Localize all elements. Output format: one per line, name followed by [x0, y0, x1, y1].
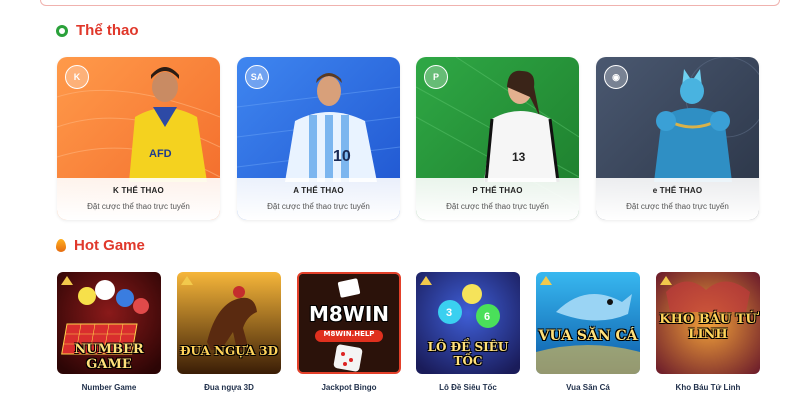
svg-text:10: 10	[333, 148, 351, 165]
sport-card-name: e THỂ THAO	[652, 186, 703, 195]
sport-card-description: Đặt cược thể thao trực tuyến	[626, 202, 729, 211]
game-artwork	[177, 272, 281, 374]
hot-badge-icon	[660, 276, 672, 285]
game-thumbnail[interactable]: 3 6 LÔ ĐỀ SIÊU TỐC	[416, 272, 520, 374]
sports-section-header: Thể thao	[56, 22, 139, 39]
game-tile-horse-racing[interactable]: ĐUA NGỰA 3D Đua ngựa 3D	[177, 272, 281, 392]
game-thumbnail[interactable]: ĐUA NGỰA 3D	[177, 272, 281, 374]
sport-card-description: Đặt cược thể thao trực tuyến	[446, 202, 549, 211]
game-tile-jackpot-bingo[interactable]: M8WIN M8WIN.HELP Jackpot Bingo	[297, 272, 401, 392]
sport-card-name: P THỂ THAO	[472, 186, 523, 195]
game-art-title: NUMBER GAME	[74, 342, 144, 372]
game-art-title: LÔ ĐỀ SIÊU TỐC	[427, 340, 509, 368]
sport-card-description: Đặt cược thể thao trực tuyến	[87, 202, 190, 211]
hot-badge-icon	[61, 276, 73, 285]
hot-badge-icon	[420, 276, 432, 285]
game-art-title: ĐUA NGỰA 3D	[180, 344, 278, 358]
k-sports-logo-icon: K	[65, 65, 89, 89]
game-thumbnail[interactable]: NUMBER GAME	[57, 272, 161, 374]
svg-text:3: 3	[446, 307, 452, 319]
game-label[interactable]: Number Game	[57, 383, 161, 392]
svg-text:6: 6	[484, 311, 490, 323]
top-container-edge	[40, 0, 780, 6]
hot-game-section-header: Hot Game	[56, 237, 145, 254]
hot-badge-icon	[540, 276, 552, 285]
svg-text:AFD: AFD	[149, 148, 172, 160]
game-tile-vua-san-ca[interactable]: VUA SĂN CÁ Vua Săn Cá	[536, 272, 640, 392]
game-art-title: KHO BÁU TỨ LINH	[659, 312, 757, 342]
game-tile-number-game[interactable]: NUMBER GAME Number Game	[57, 272, 161, 392]
sport-card-info: P THỂ THAO Đặt cược thể thao trực tuyến	[416, 178, 579, 220]
game-label[interactable]: Jackpot Bingo	[297, 383, 401, 392]
game-thumbnail[interactable]: KHO BÁU TỨ LINH	[656, 272, 760, 374]
sport-card-info: e THỂ THAO Đặt cược thể thao trực tuyến	[596, 178, 759, 220]
game-art-title: M8WIN	[308, 302, 390, 326]
game-label[interactable]: Đua ngựa 3D	[177, 383, 281, 392]
sport-card-name: K THỂ THAO	[113, 186, 164, 195]
sport-card-name: A THỂ THAO	[293, 186, 344, 195]
game-thumbnail[interactable]: VUA SĂN CÁ	[536, 272, 640, 374]
game-tile-kho-bau-tu-linh[interactable]: KHO BÁU TỨ LINH Kho Báu Tứ Linh	[656, 272, 760, 392]
gamepad-icon: ◉	[604, 65, 628, 89]
saba-logo-icon: SA	[245, 65, 269, 89]
hot-badge-icon	[181, 276, 193, 285]
game-label[interactable]: Lô Đề Siêu Tốc	[416, 383, 520, 392]
game-artwork	[536, 272, 640, 374]
sport-card-a[interactable]: 10 SA A THỂ THAO Đặt cược thể thao trực …	[237, 57, 400, 220]
game-thumbnail[interactable]: M8WIN M8WIN.HELP	[297, 272, 401, 374]
game-label[interactable]: Vua Săn Cá	[536, 383, 640, 392]
svg-text:13: 13	[512, 150, 526, 164]
game-label[interactable]: Kho Báu Tứ Linh	[656, 383, 760, 392]
sports-section-title: Thể thao	[76, 22, 139, 39]
hot-game-section-title: Hot Game	[74, 237, 145, 254]
sport-card-info: K THỂ THAO Đặt cược thể thao trực tuyến	[57, 178, 220, 220]
soccer-ball-icon	[56, 24, 68, 37]
game-tile-lo-de[interactable]: 3 6 LÔ ĐỀ SIÊU TỐC Lô Đề Siêu Tốc	[416, 272, 520, 392]
fire-icon	[56, 239, 66, 252]
sport-card-e[interactable]: ◉ e THỂ THAO Đặt cược thể thao trực tuyế…	[596, 57, 759, 220]
game-art-title: VUA SĂN CÁ	[538, 328, 638, 344]
sport-card-description: Đặt cược thể thao trực tuyến	[267, 202, 370, 211]
sport-card-k[interactable]: AFD K K THỂ THAO Đặt cược thể thao trực …	[57, 57, 220, 220]
sport-card-p[interactable]: 13 P P THỂ THAO Đặt cược thể thao trực t…	[416, 57, 579, 220]
p-sports-logo-icon: P	[424, 65, 448, 89]
sport-card-info: A THỂ THAO Đặt cược thể thao trực tuyến	[237, 178, 400, 220]
game-art-subtitle: M8WIN.HELP	[323, 330, 375, 338]
